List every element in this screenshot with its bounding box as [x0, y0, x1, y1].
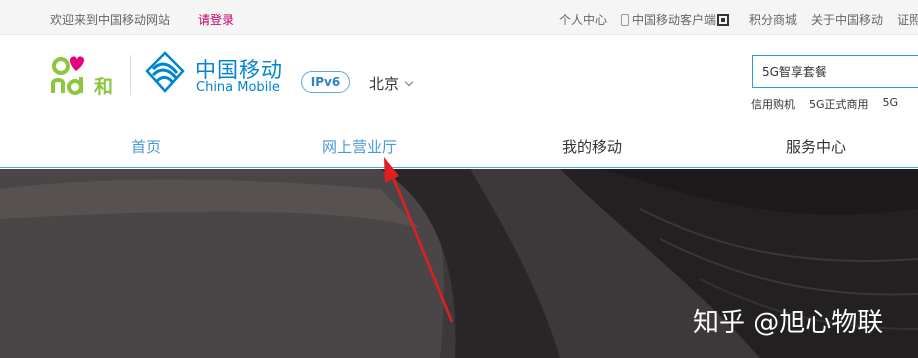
login-link[interactable]: 请登录: [198, 11, 234, 28]
main-nav: 首页 网上营业厅 我的移动 服务中心: [0, 123, 918, 168]
brand-name-en: China Mobile: [196, 80, 280, 95]
watermark-text: 知乎 @旭心物联: [693, 308, 884, 338]
nav-home[interactable]: 首页: [131, 136, 161, 157]
logo-divider: [130, 55, 131, 95]
nav-service-center[interactable]: 服务中心: [786, 136, 846, 157]
chevron-down-icon: [404, 77, 414, 87]
ipv6-badge: IPv6: [301, 71, 350, 93]
points-mall-link[interactable]: 积分商城: [749, 11, 797, 28]
china-mobile-logo-icon[interactable]: [143, 51, 187, 95]
license-link[interactable]: 证照信: [897, 11, 918, 28]
site-header: 和 中国移动 China Mobile IPv6 北京 信用购机 5G正式商用 …: [0, 35, 918, 123]
search-input[interactable]: [752, 55, 918, 88]
city-label: 北京: [369, 75, 400, 93]
about-link[interactable]: 关于中国移动: [811, 11, 883, 28]
top-utility-bar: 欢迎来到中国移动网站 请登录 个人中心 中国移动客户端 积分商城 关于中国移动 …: [0, 0, 918, 35]
hot-word[interactable]: 5G正式商用: [809, 96, 869, 112]
nav-online-hall[interactable]: 网上营业厅: [322, 136, 397, 157]
welcome-text: 欢迎来到中国移动网站: [50, 13, 171, 27]
and-logo[interactable]: 和: [50, 53, 122, 97]
nav-my-mobile[interactable]: 我的移动: [562, 136, 622, 157]
city-selector[interactable]: 北京: [369, 73, 414, 94]
top-links: 个人中心 中国移动客户端 积分商城 关于中国移动 证照信: [559, 11, 918, 28]
client-app-link[interactable]: 中国移动客户端: [621, 11, 735, 28]
personal-center-link[interactable]: 个人中心: [559, 11, 607, 28]
qr-code-icon[interactable]: [717, 14, 730, 26]
hot-word[interactable]: 信用购机: [751, 96, 795, 112]
hot-search-words: 信用购机 5G正式商用 5G: [751, 96, 912, 112]
phone-icon: [621, 14, 630, 26]
hero-banner[interactable]: 知乎 @旭心物联: [0, 169, 918, 358]
svg-text:和: 和: [94, 75, 113, 97]
hot-word[interactable]: 5G: [883, 96, 899, 112]
